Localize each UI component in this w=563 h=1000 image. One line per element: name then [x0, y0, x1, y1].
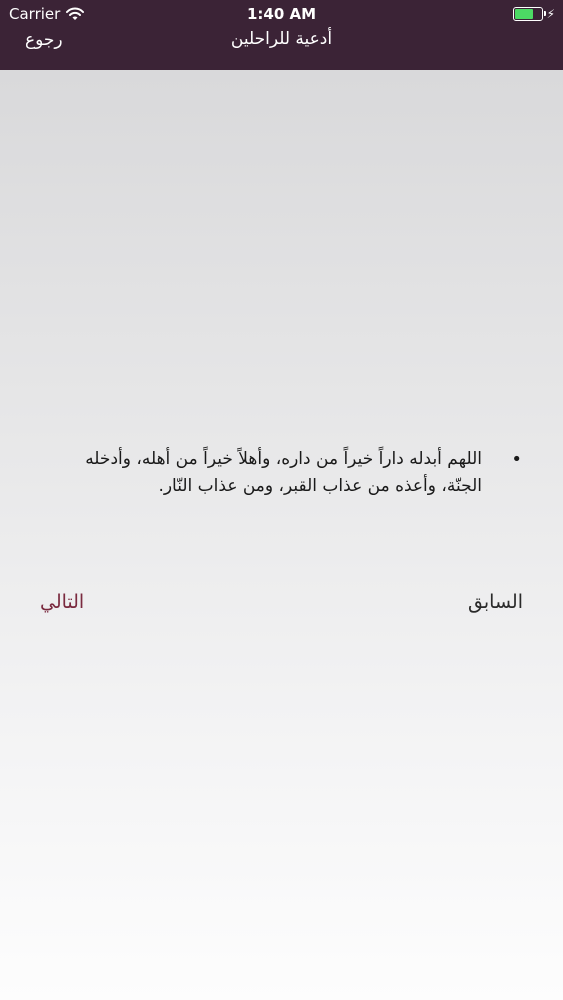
previous-button[interactable]: السابق — [468, 591, 523, 613]
list-item: • اللهم أبدله داراً خيراً من داره، وأهلا… — [40, 446, 530, 500]
battery-indicator: ⚡ — [512, 7, 555, 21]
page-title: أدعية للراحلين — [230, 29, 333, 49]
dua-text: اللهم أبدله داراً خيراً من داره، وأهلاً … — [85, 449, 482, 496]
status-bar: Carrier 1:40 AM ⚡ — [0, 0, 563, 28]
nav-row: رجوع أدعية للراحلين — [0, 28, 563, 70]
battery-icon — [512, 7, 546, 21]
bullet-icon: • — [511, 449, 522, 470]
dua-content: • اللهم أبدله داراً خيراً من داره، وأهلا… — [40, 446, 530, 500]
navigation-bar: Carrier 1:40 AM ⚡ رجوع أدعية للراحلين — [0, 0, 563, 70]
status-time: 1:40 AM — [246, 5, 317, 23]
bolt-icon: ⚡ — [546, 7, 555, 21]
battery-fill — [514, 9, 533, 19]
dua-list: • اللهم أبدله داراً خيراً من داره، وأهلا… — [40, 446, 530, 500]
next-button[interactable]: التالي — [40, 591, 84, 613]
